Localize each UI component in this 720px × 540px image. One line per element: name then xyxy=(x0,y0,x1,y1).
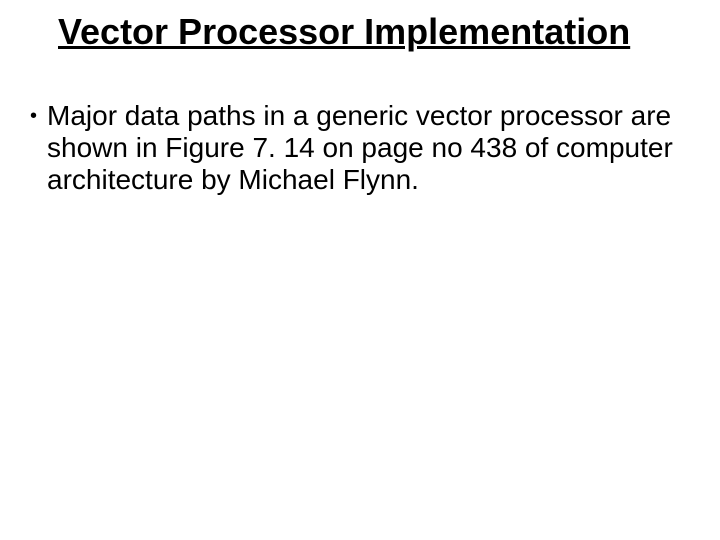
slide-body: • Major data paths in a generic vector p… xyxy=(30,100,690,197)
bullet-icon: • xyxy=(30,100,37,132)
slide: Vector Processor Implementation • Major … xyxy=(0,0,720,540)
list-item: • Major data paths in a generic vector p… xyxy=(30,100,690,197)
slide-title: Vector Processor Implementation xyxy=(58,10,700,53)
bullet-text: Major data paths in a generic vector pro… xyxy=(47,100,690,197)
